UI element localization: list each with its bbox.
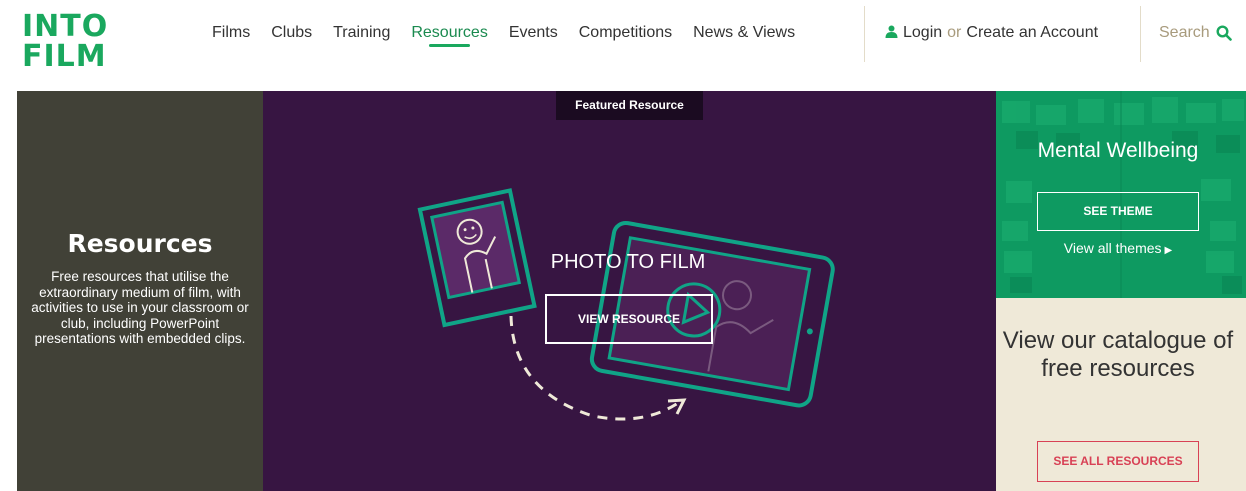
resources-intro-panel: Resources Free resources that utilise th… <box>17 91 263 491</box>
nav-item-competitions[interactable]: Competitions <box>579 22 672 46</box>
account-links: Login or Create an Account <box>885 22 1098 44</box>
triangle-right-icon: ▶ <box>1164 245 1173 256</box>
see-all-resources-button[interactable]: SEE ALL RESOURCES <box>1037 441 1199 482</box>
catalogue-text: View our catalogue of free resources <box>1002 327 1234 382</box>
photo-to-film-illustration <box>417 188 835 421</box>
into-film-logo[interactable]: INTO FILM <box>22 8 140 74</box>
view-all-themes-link[interactable]: View all themes ▶ <box>996 240 1240 256</box>
login-link[interactable]: Login <box>903 22 942 44</box>
nav-item-events[interactable]: Events <box>509 22 558 46</box>
create-account-link[interactable]: Create an Account <box>966 22 1098 44</box>
view-resource-button[interactable]: VIEW RESOURCE <box>545 294 713 344</box>
header-divider-2 <box>1140 6 1141 62</box>
featured-resource-tag: Featured Resource <box>556 91 703 120</box>
search-icon <box>1216 25 1232 41</box>
featured-resource-panel[interactable]: Featured Resource PHOTO TO FILM VIEW RES… <box>263 91 996 491</box>
header-divider <box>864 6 865 62</box>
theme-panel: Mental Wellbeing SEE THEME View all them… <box>996 91 1246 298</box>
logo-line-1: INTO <box>22 9 109 44</box>
featured-title: PHOTO TO FILM <box>550 251 706 273</box>
theme-title: Mental Wellbeing <box>1037 139 1199 162</box>
logo-line-2: FILM <box>22 39 107 74</box>
catalogue-panel: View our catalogue of free resources SEE… <box>996 298 1246 491</box>
nav-item-training[interactable]: Training <box>333 22 390 46</box>
site-header: INTO FILM Films Clubs Training Resources… <box>0 0 1246 91</box>
nav-item-films[interactable]: Films <box>212 22 250 46</box>
user-icon <box>885 22 898 44</box>
or-text: or <box>947 24 962 41</box>
nav-item-resources[interactable]: Resources <box>411 22 488 47</box>
nav-item-clubs[interactable]: Clubs <box>271 22 312 46</box>
search-label: Search <box>1159 24 1210 41</box>
search-button[interactable]: Search <box>1159 22 1232 44</box>
page-description: Free resources that utilise the extraord… <box>31 269 249 346</box>
page-title: Resources <box>67 229 213 258</box>
main-nav: Films Clubs Training Resources Events Co… <box>212 22 816 47</box>
see-theme-button[interactable]: SEE THEME <box>1037 192 1199 231</box>
view-all-themes-label: View all themes <box>1063 240 1162 256</box>
nav-item-news-views[interactable]: News & Views <box>693 22 795 46</box>
